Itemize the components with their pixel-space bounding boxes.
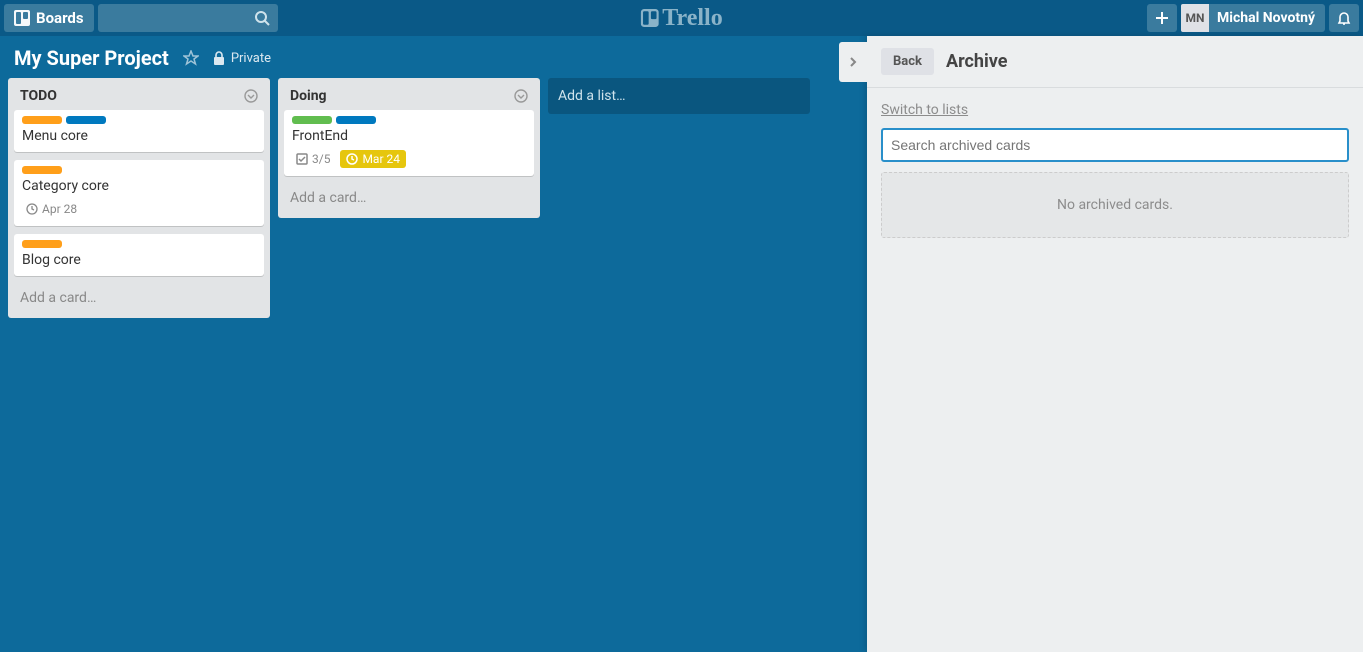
- archive-panel: Back Archive Switch to lists No archived…: [867, 36, 1363, 652]
- logo-icon: [640, 9, 658, 27]
- boards-button-label: Boards: [36, 9, 84, 27]
- panel-header: Back Archive: [867, 36, 1363, 88]
- app-header: Boards Trello MN Michal Novotný: [0, 0, 1363, 36]
- add-list-button[interactable]: Add a list…: [548, 78, 810, 114]
- label-orange[interactable]: [22, 166, 62, 174]
- plus-icon: [1154, 10, 1170, 26]
- card-labels: [292, 116, 526, 124]
- due-text: Apr 28: [42, 202, 77, 216]
- panel-title: Archive: [946, 51, 1007, 72]
- list-menu-button[interactable]: [244, 89, 258, 103]
- panel-collapse-button[interactable]: [839, 42, 867, 82]
- add-button[interactable]: [1147, 4, 1177, 32]
- back-button[interactable]: Back: [881, 48, 934, 75]
- card-title: Menu core: [22, 128, 256, 144]
- search-icon: [254, 10, 270, 26]
- list-header: TODO: [14, 84, 264, 110]
- add-card-button[interactable]: Add a card…: [284, 184, 534, 212]
- card[interactable]: Blog core: [14, 234, 264, 276]
- chevron-right-icon: [847, 56, 859, 68]
- list-todo: TODO Menu core Category core Apr 28: [8, 78, 270, 318]
- add-card-button[interactable]: Add a card…: [14, 284, 264, 312]
- avatar: MN: [1181, 4, 1209, 32]
- due-text: Mar 24: [362, 152, 400, 166]
- star-icon: [183, 50, 199, 66]
- card-title: Category core: [22, 178, 256, 194]
- card-badges: Apr 28: [22, 200, 256, 218]
- board-visibility[interactable]: Private: [213, 51, 271, 66]
- panel-body: Switch to lists No archived cards.: [867, 88, 1363, 252]
- card[interactable]: FrontEnd 3/5 Mar 24: [284, 110, 534, 176]
- label-blue[interactable]: [66, 116, 106, 124]
- boards-button[interactable]: Boards: [4, 4, 94, 32]
- label-orange[interactable]: [22, 240, 62, 248]
- list-doing: Doing FrontEnd 3/5 Mar 24: [278, 78, 540, 218]
- checklist-badge: 3/5: [292, 150, 334, 168]
- star-button[interactable]: [183, 50, 199, 66]
- board-name[interactable]: My Super Project: [14, 46, 169, 70]
- header-left: Boards: [4, 4, 278, 32]
- chevron-circle-icon: [244, 89, 258, 103]
- logo[interactable]: Trello: [640, 5, 722, 32]
- due-badge: Mar 24: [340, 150, 406, 168]
- list-header: Doing: [284, 84, 534, 110]
- chevron-circle-icon: [514, 89, 528, 103]
- checklist-icon: [296, 153, 308, 165]
- lock-icon: [213, 51, 225, 65]
- clock-icon: [26, 203, 38, 215]
- due-badge-plain: Apr 28: [22, 200, 81, 218]
- archive-search-input[interactable]: [881, 128, 1349, 162]
- header-search[interactable]: [98, 4, 278, 32]
- card-badges: 3/5 Mar 24: [292, 150, 526, 168]
- list-title[interactable]: Doing: [290, 88, 327, 104]
- switch-to-lists-link[interactable]: Switch to lists: [881, 102, 968, 118]
- label-blue[interactable]: [336, 116, 376, 124]
- list-title[interactable]: TODO: [20, 88, 57, 104]
- card-labels: [22, 116, 256, 124]
- user-menu[interactable]: MN Michal Novotný: [1181, 4, 1325, 32]
- card-labels: [22, 240, 256, 248]
- label-orange[interactable]: [22, 116, 62, 124]
- label-green[interactable]: [292, 116, 332, 124]
- user-name: Michal Novotný: [1217, 10, 1315, 26]
- logo-text: Trello: [662, 5, 722, 32]
- checklist-text: 3/5: [312, 152, 330, 166]
- card[interactable]: Category core Apr 28: [14, 160, 264, 226]
- header-right: MN Michal Novotný: [1147, 4, 1359, 32]
- notifications-button[interactable]: [1329, 4, 1359, 32]
- clock-icon: [346, 153, 358, 165]
- visibility-label: Private: [231, 51, 271, 66]
- card-title: FrontEnd: [292, 128, 526, 144]
- boards-icon: [14, 10, 30, 26]
- archive-empty-state: No archived cards.: [881, 172, 1349, 238]
- bell-icon: [1336, 10, 1352, 26]
- list-menu-button[interactable]: [514, 89, 528, 103]
- card-labels: [22, 166, 256, 174]
- card-title: Blog core: [22, 252, 256, 268]
- card[interactable]: Menu core: [14, 110, 264, 152]
